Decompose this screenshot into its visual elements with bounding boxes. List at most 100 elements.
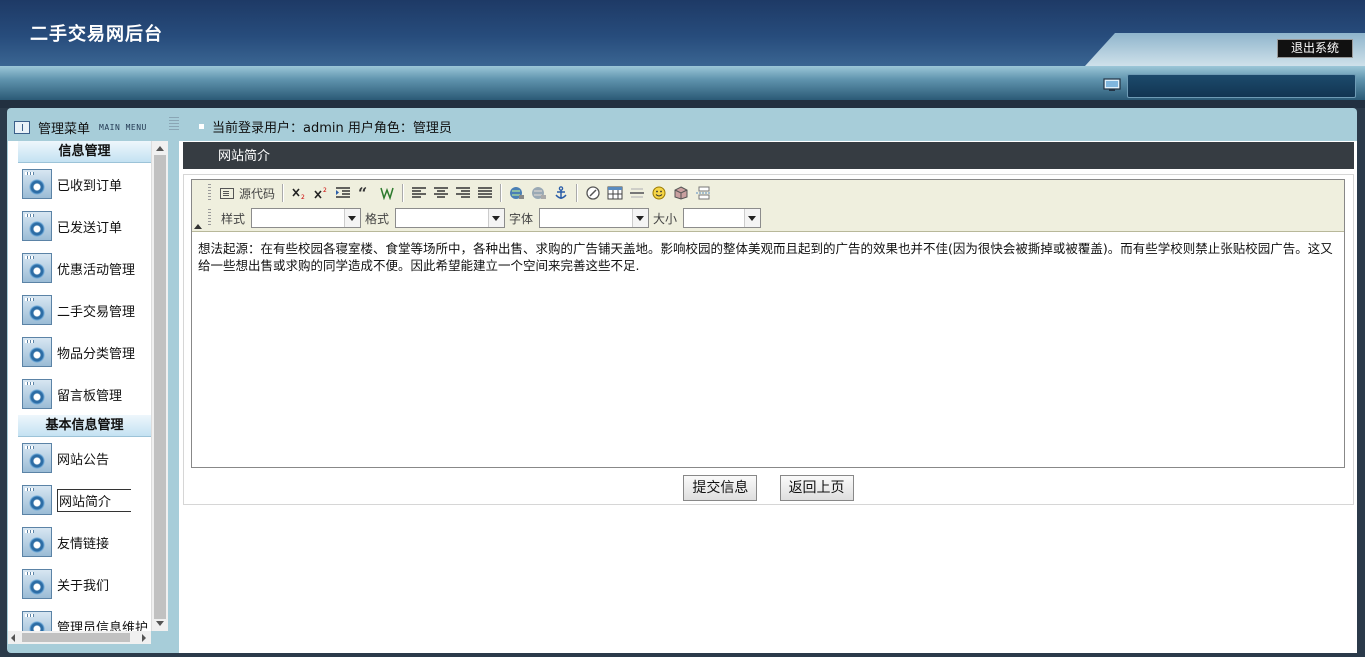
page-break-button[interactable] [692,183,714,203]
source-button[interactable]: 源代码 [217,183,278,203]
smiley-icon [652,186,666,200]
sidebar-section-info[interactable]: 信息管理 [18,141,151,163]
size-select[interactable] [683,208,762,228]
flash-icon [586,186,600,200]
source-icon [220,187,234,199]
sidebar-item-site-intro[interactable]: 网站简介 [8,479,151,521]
gear-icon [22,611,52,631]
align-left-icon [412,187,427,198]
toolbar-grip [208,184,211,202]
sidebar-horizontal-scrollbar[interactable] [8,631,151,644]
font-select[interactable] [539,208,650,228]
sidebar-item-about-us[interactable]: 关于我们 [8,563,151,605]
subscript-button[interactable]: 2 [288,183,310,203]
style-label: 样式 [221,211,246,226]
format-select[interactable] [395,208,506,228]
sidebar-item-label: 优惠活动管理 [57,262,136,278]
bullet-icon [199,124,204,129]
toolbar-row-2: 样式 格式 字体 大小 [208,206,762,230]
indent-button[interactable] [332,183,354,203]
svg-text:2: 2 [323,187,327,194]
sidebar-item-label: 已发送订单 [57,220,123,236]
gear-icon [22,169,52,199]
submit-button[interactable]: 提交信息 [683,475,758,501]
collapse-toolbar-icon[interactable] [194,224,202,229]
user-info: 当前登录用户：admin 用户角色：管理员 [199,117,452,136]
site-title: 二手交易网后台 [30,24,163,45]
back-button[interactable]: 返回上页 [779,475,854,501]
gear-icon [22,337,52,367]
unlink-icon [532,187,547,199]
header-divider [0,100,1365,108]
style-select[interactable] [251,208,362,228]
align-left-button[interactable] [408,183,430,203]
sidebar-item-label: 管理员信息维护 [57,620,149,632]
horizontal-rule-button[interactable] [626,183,648,203]
blockquote-button[interactable]: “ [354,183,376,203]
rich-text-editor[interactable]: 源代码 2 2 “ 样式 格式 字体 大小 想法起源：在有些校园各寝室楼、食堂等… [191,179,1345,468]
sidebar-item-trades[interactable]: 二手交易管理 [8,289,151,331]
size-label: 大小 [653,211,678,226]
sidebar-item-label: 网站简介 [57,488,132,512]
scroll-right-icon[interactable] [142,634,146,642]
toolbar-grip [208,209,211,227]
sidebar-item-sent-orders[interactable]: 已发送订单 [8,205,151,247]
align-center-button[interactable] [430,183,452,203]
gear-icon [22,569,52,599]
justify-button[interactable] [474,183,496,203]
page-break-icon [696,186,711,200]
sidebar-item-received-orders[interactable]: 已收到订单 [8,163,151,205]
gear-icon [22,253,52,283]
sidebar-item-admin-info[interactable]: 管理员信息维护 [8,605,151,631]
scroll-down-icon[interactable] [156,621,164,626]
subscript-icon: 2 [292,188,305,200]
scroll-thumb-horizontal[interactable] [22,633,130,642]
menu-icon [14,120,30,134]
indent-icon [336,187,351,198]
editor-content[interactable]: 想法起源：在有些校园各寝室楼、食堂等场所中，各种出售、求购的广告铺天盖地。影响校… [198,240,1338,274]
sidebar-vertical-scrollbar[interactable] [151,141,168,631]
smiley-button[interactable] [648,183,670,203]
scroll-up-icon[interactable] [156,146,164,151]
anchor-icon [555,186,567,199]
menu-title-en: MAIN MENU [99,122,147,132]
sidebar-item-guestbook[interactable]: 留言板管理 [8,373,151,415]
logout-button[interactable]: 退出系统 [1277,39,1353,58]
sidebar-item-label: 关于我们 [57,578,110,594]
monitor-icon [1103,78,1121,91]
blockquote-icon: “ [358,186,367,200]
toolbar-row-1: 源代码 2 2 “ [208,181,714,205]
gear-icon [22,527,52,557]
svg-text:“: “ [358,186,367,200]
sidebar-item-friend-links[interactable]: 友情链接 [8,521,151,563]
scroll-left-icon[interactable] [11,634,15,642]
div-icon [380,187,394,200]
sidebar-item-label: 友情链接 [57,536,110,552]
div-button[interactable] [376,183,398,203]
align-center-icon [434,187,449,198]
horizontal-rule-icon [630,188,645,198]
editor-toolbar: 源代码 2 2 “ 样式 格式 字体 大小 [192,180,1344,232]
sidebar-section-basic-info[interactable]: 基本信息管理 [18,415,151,437]
superscript-button[interactable]: 2 [310,183,332,203]
list-icon [169,117,179,131]
sidebar: 信息管理 已收到订单 已发送订单 优惠活动管理 二手交易管理 物品分类管理 留言… [8,141,151,631]
align-right-button[interactable] [452,183,474,203]
table-button[interactable] [604,183,626,203]
content-header: 网站简介 [183,142,1354,169]
gear-icon [22,443,52,473]
gear-icon [22,379,52,409]
sidebar-item-promotions[interactable]: 优惠活动管理 [8,247,151,289]
menu-title: 管理菜单 [38,121,91,137]
unlink-button[interactable] [528,183,550,203]
sidebar-item-announcement[interactable]: 网站公告 [8,437,151,479]
sidebar-item-label: 物品分类管理 [57,346,136,362]
scroll-thumb[interactable] [154,155,166,619]
special-char-button[interactable] [670,183,692,203]
table-icon [607,186,623,200]
sidebar-item-categories[interactable]: 物品分类管理 [8,331,151,373]
anchor-button[interactable] [550,183,572,203]
link-button[interactable] [506,183,528,203]
content-panel: 网站简介 源代码 2 2 “ 样式 格式 字体 大小 想法起源：在有些校园各寝室… [179,141,1357,653]
flash-button[interactable] [582,183,604,203]
